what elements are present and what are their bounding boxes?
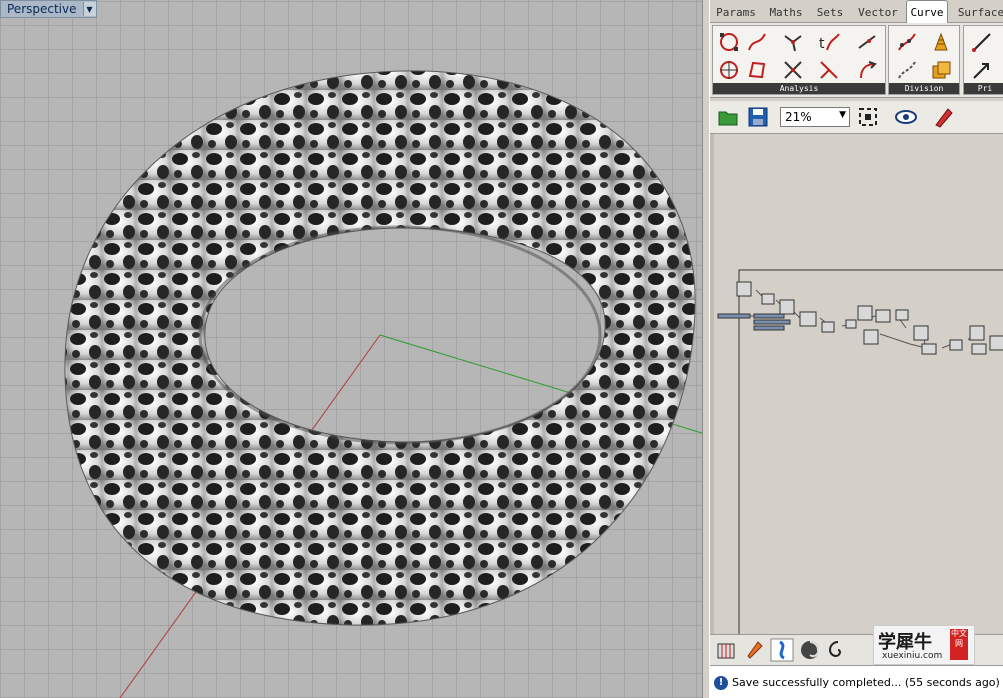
save-icon[interactable]: [746, 105, 770, 129]
polygon-icon[interactable]: [745, 58, 769, 82]
watermark-logo: 学犀牛 xuexiniu.com 中文网: [873, 625, 975, 665]
viewport-title[interactable]: Perspective ▼: [0, 0, 97, 18]
wire-display-icon[interactable]: [770, 638, 794, 662]
component-node[interactable]: [779, 299, 795, 315]
zoom-select[interactable]: 21% ▼: [780, 107, 850, 127]
watermark-badge: 中文网: [950, 629, 968, 660]
viewport-label: Perspective: [7, 2, 77, 16]
component-node[interactable]: [921, 343, 937, 355]
component-node[interactable]: [799, 311, 817, 327]
definition-graph: [717, 269, 1003, 634]
eye-icon[interactable]: [894, 105, 918, 129]
open-folder-icon[interactable]: [716, 105, 740, 129]
component-ribbon: t Analysis Division Pri: [710, 23, 1003, 98]
closest-point-icon[interactable]: [817, 58, 841, 82]
number-slider[interactable]: [753, 319, 791, 325]
target-icon[interactable]: [717, 58, 741, 82]
ribbon-group-label: Pri: [964, 83, 1003, 94]
status-text: Save successfully completed... (55 secon…: [732, 676, 1000, 689]
circle-analysis-icon[interactable]: [717, 30, 741, 54]
bake-spiral-icon[interactable]: [798, 638, 822, 662]
grasshopper-canvas[interactable]: [710, 134, 1003, 634]
spiral-icon[interactable]: [826, 638, 850, 662]
grasshopper-panel: Params Maths Sets Vector Curve Surface t…: [710, 0, 1003, 698]
zoom-extents-icon[interactable]: [856, 105, 880, 129]
component-node[interactable]: [761, 293, 775, 305]
rocket-icon[interactable]: [742, 638, 766, 662]
tab-curve[interactable]: Curve: [906, 0, 948, 23]
contour-icon[interactable]: [929, 30, 953, 54]
status-bar: ! Save successfully completed... (55 sec…: [710, 665, 1003, 698]
component-node[interactable]: [736, 281, 752, 297]
group-frame: [738, 269, 1003, 634]
number-slider[interactable]: [717, 313, 751, 319]
component-node[interactable]: [971, 343, 987, 355]
chevron-down-icon: ▼: [86, 4, 93, 14]
divide-curve-icon[interactable]: [895, 30, 919, 54]
curve-frame-icon[interactable]: [855, 58, 879, 82]
component-node[interactable]: [895, 309, 909, 321]
ribbon-group-primitive: Pri: [963, 25, 1003, 95]
shatter-icon[interactable]: [929, 58, 953, 82]
viewport-scene: [64, 70, 702, 698]
svg-text:t: t: [819, 36, 825, 52]
tab-surface[interactable]: Surface: [956, 4, 1003, 21]
component-node[interactable]: [875, 309, 891, 323]
component-node[interactable]: [845, 319, 857, 329]
number-slider[interactable]: [753, 325, 785, 331]
ribbon-group-label: Analysis: [713, 83, 885, 94]
param-viewer-icon[interactable]: [714, 638, 738, 662]
pen-icon[interactable]: [932, 105, 956, 129]
component-node[interactable]: [857, 305, 873, 321]
components: [717, 281, 1003, 355]
component-node[interactable]: [863, 329, 879, 345]
panel-splitter[interactable]: [702, 0, 710, 698]
tab-params[interactable]: Params: [714, 4, 758, 21]
line-icon[interactable]: [970, 30, 994, 54]
component-node[interactable]: [969, 325, 985, 341]
intersection-icon[interactable]: [781, 58, 805, 82]
rhino-viewport[interactable]: Perspective ▼: [0, 0, 702, 698]
zoom-value: 21%: [785, 110, 812, 124]
divide-length-icon[interactable]: [895, 58, 919, 82]
curve-length-icon[interactable]: [745, 30, 769, 54]
tab-vector[interactable]: Vector: [854, 4, 902, 21]
ribbon-group-division: Division: [888, 25, 960, 95]
component-node[interactable]: [989, 335, 1003, 351]
component-node[interactable]: [913, 325, 929, 341]
tab-maths[interactable]: Maths: [766, 4, 806, 21]
component-tabs: Params Maths Sets Vector Curve Surface: [710, 0, 1003, 23]
curve-branch-icon[interactable]: [781, 30, 805, 54]
curvature-icon[interactable]: t: [817, 30, 841, 54]
chevron-down-icon: ▼: [839, 110, 846, 120]
voronoi-torus: [64, 70, 696, 626]
canvas-toolbar: 21% ▼: [710, 101, 1003, 134]
watermark-url: xuexiniu.com: [882, 651, 943, 661]
number-slider[interactable]: [753, 313, 785, 319]
ribbon-group-label: Division: [889, 83, 959, 94]
info-icon: !: [714, 675, 728, 690]
viewport-menu-button[interactable]: ▼: [82, 2, 96, 16]
ribbon-group-analysis: t Analysis: [712, 25, 886, 95]
component-node[interactable]: [821, 321, 835, 333]
tangent-icon[interactable]: [855, 30, 879, 54]
component-node[interactable]: [949, 339, 963, 351]
tab-sets[interactable]: Sets: [814, 4, 846, 21]
vector-line-icon[interactable]: [970, 58, 994, 82]
